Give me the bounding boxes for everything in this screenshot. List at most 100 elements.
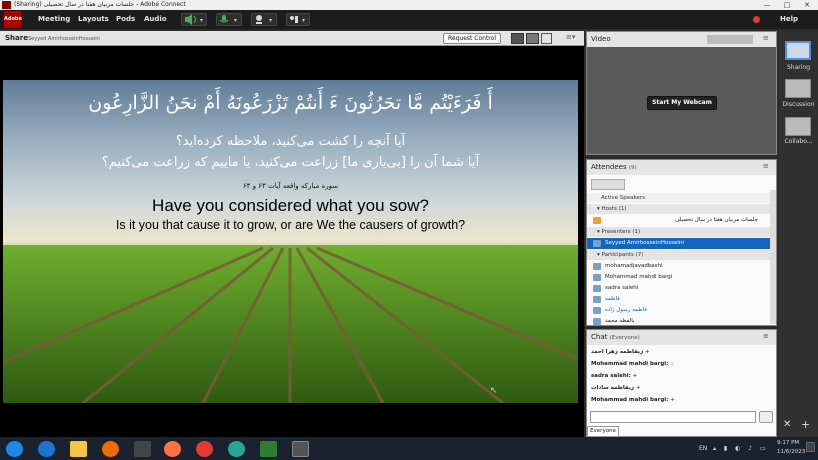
svg-text:▾: ▾	[200, 17, 203, 24]
active-speakers-label: Active Speakers	[601, 195, 645, 201]
chat-text: +	[670, 397, 675, 403]
farm-field-image	[3, 80, 578, 403]
menu-meeting[interactable]: Meeting	[38, 10, 70, 29]
menu-layouts[interactable]: Layouts	[78, 10, 109, 29]
user-icon	[593, 318, 601, 325]
presenter-name: Seyyed AmirhosseinHosseini	[605, 240, 684, 246]
participant-row[interactable]: فاطمه رسول زاده	[587, 305, 647, 316]
presenters-label: Presenters (1)	[601, 229, 641, 235]
notifications-icon[interactable]	[806, 442, 815, 452]
close-window-button[interactable]: ✕	[800, 0, 814, 10]
maximize-button[interactable]: □	[780, 0, 794, 10]
slide-persian-line-1: آیا آنچه را کشت می‌کنید، ملاحظه کرده‌اید…	[175, 134, 406, 149]
menu-pods[interactable]: Pods	[116, 10, 135, 29]
host-row[interactable]: جلسات مربیان هفتا در سال تحصیلی	[587, 215, 776, 226]
active-speakers-row: Active Speakers	[587, 193, 776, 203]
minimize-button[interactable]: —	[760, 0, 774, 10]
video-controls-icon[interactable]	[707, 35, 753, 44]
chat-text: +	[632, 373, 638, 379]
raise-hand-button[interactable]: ▾	[286, 13, 310, 26]
participant-name: mohamadjavadbashi	[605, 263, 663, 269]
slide-persian-line-2: آیا شما آن را [بی‌یاری ما] زراعت می‌کنید…	[101, 155, 480, 170]
video-pod: Video ≡ Start My Webcam	[586, 31, 777, 155]
internet-explorer-icon[interactable]	[38, 441, 55, 457]
share-presenter-name: Seyyed AmirhosseinHosseini	[28, 36, 100, 42]
start-button-icon[interactable]	[6, 441, 23, 457]
edge-icon[interactable]	[228, 441, 245, 457]
microphone-button[interactable]: ▾	[216, 13, 242, 26]
microphone-icon: ▾	[219, 15, 237, 24]
firefox-icon[interactable]	[164, 441, 181, 457]
layout-collaboration-label[interactable]: Collabo...	[779, 138, 818, 145]
participants-section[interactable]: ▾ Participants (7)	[587, 250, 776, 260]
chat-pod-header: Chat (Everyone)	[587, 330, 776, 345]
chat-message: Mohammad mahdi bargi: +	[591, 395, 675, 406]
menu-help[interactable]: Help	[780, 10, 798, 29]
chat-message: sadra salehi: +	[591, 371, 637, 382]
layout-sharing-label[interactable]: Sharing	[779, 64, 818, 71]
adobe-connect-taskbar-icon[interactable]	[292, 441, 309, 457]
fullscreen-icon[interactable]	[541, 33, 552, 44]
chat-message: زیفاطمه زهرا احمد +	[591, 347, 650, 358]
clock-time[interactable]: 9:17 PM	[777, 440, 799, 446]
language-indicator[interactable]: EN	[699, 445, 707, 452]
video-menu-icon[interactable]: ≡	[763, 34, 769, 42]
slide-english-line-2: Is it you that cause it to grow, or are …	[115, 218, 466, 232]
chat-tab-everyone[interactable]: Everyone	[587, 426, 619, 437]
presenter-row[interactable]: Seyyed AmirhosseinHosseini	[587, 238, 776, 249]
chat-message: Mohammad mahdi bargi: ::	[591, 359, 674, 370]
request-control-button[interactable]: Request Control	[443, 33, 501, 44]
participant-row[interactable]: فاطمه	[587, 294, 620, 305]
chat-text: ::	[670, 361, 674, 367]
menu-audio[interactable]: Audio	[144, 10, 167, 29]
windows-taskbar	[0, 437, 818, 460]
pod-menu-icon[interactable]: ≡▾	[566, 33, 575, 41]
layout-discussion-thumb[interactable]	[785, 79, 811, 98]
layout-sharing-thumb[interactable]	[785, 41, 811, 60]
chrome-icon[interactable]	[196, 441, 213, 457]
media-player-icon[interactable]	[102, 441, 119, 457]
svg-text:▾: ▾	[234, 17, 237, 24]
add-layout-icon[interactable]: +	[801, 418, 810, 431]
excel-icon[interactable]	[260, 441, 277, 457]
chat-title: Chat	[591, 333, 608, 341]
chat-menu-icon[interactable]: ≡	[763, 332, 769, 340]
close-layout-icon[interactable]: ✕	[783, 419, 791, 430]
hosts-section[interactable]: ▾ Hosts (1)	[587, 204, 776, 214]
attendees-pod: Attendees (9) ≡ Active Speakers ▾ Hosts …	[586, 159, 777, 326]
layout-collaboration-thumb[interactable]	[785, 117, 811, 136]
chat-sender: زیفاطمه زهرا احمد	[591, 349, 644, 355]
side-panel-icon[interactable]	[526, 33, 539, 44]
tray-icons[interactable]: ▴ ▮ ◐ ♪ ▭	[713, 445, 769, 452]
layout-discussion-label[interactable]: Discussion	[779, 101, 818, 108]
user-icon	[593, 285, 601, 292]
speaker-button[interactable]: ▾	[181, 13, 207, 26]
file-explorer-icon[interactable]	[70, 441, 87, 457]
participant-row[interactable]: mohamadjavadbashi	[587, 261, 663, 272]
attendee-view-toggle-icon[interactable]	[591, 179, 625, 190]
chat-sender: Mohammad mahdi bargi:	[591, 361, 669, 367]
slide-arabic-verse: أَ فَرَءَيْتُم مَّا تحَرُثُونَ ءَ أَنتُم…	[88, 92, 493, 114]
participant-row[interactable]: یالفظه محمد	[587, 316, 634, 327]
participant-row[interactable]: sadra salehi	[587, 283, 638, 294]
chat-pod: Chat (Everyone) ≡ زیفاطمه زهرا احمد + Mo…	[586, 329, 777, 437]
start-webcam-button[interactable]: Start My Webcam	[647, 96, 717, 110]
fit-width-icon[interactable]	[511, 33, 524, 44]
user-icon	[593, 307, 601, 314]
webcam-button[interactable]: ▾	[251, 13, 277, 26]
webcam-icon: ▾	[256, 15, 272, 24]
clock-date[interactable]: 11/6/2023	[777, 449, 805, 455]
chat-sender: Mohammad mahdi bargi:	[591, 397, 669, 403]
presenters-section[interactable]: ▾ Presenters (1)	[587, 227, 776, 237]
chat-input[interactable]	[590, 411, 756, 423]
presenter-icon	[593, 240, 601, 247]
attendees-scrollbar[interactable]	[770, 190, 776, 324]
send-message-icon[interactable]	[759, 411, 773, 423]
chat-sender: sadra salehi:	[591, 373, 631, 379]
chat-text: +	[635, 385, 641, 391]
share-pod-title: Share	[5, 34, 28, 42]
video-editor-icon[interactable]	[134, 441, 151, 457]
attendees-menu-icon[interactable]: ≡	[763, 162, 769, 170]
participant-row[interactable]: Mohammad mahdi bargi	[587, 272, 672, 283]
record-indicator-icon[interactable]	[753, 16, 760, 23]
